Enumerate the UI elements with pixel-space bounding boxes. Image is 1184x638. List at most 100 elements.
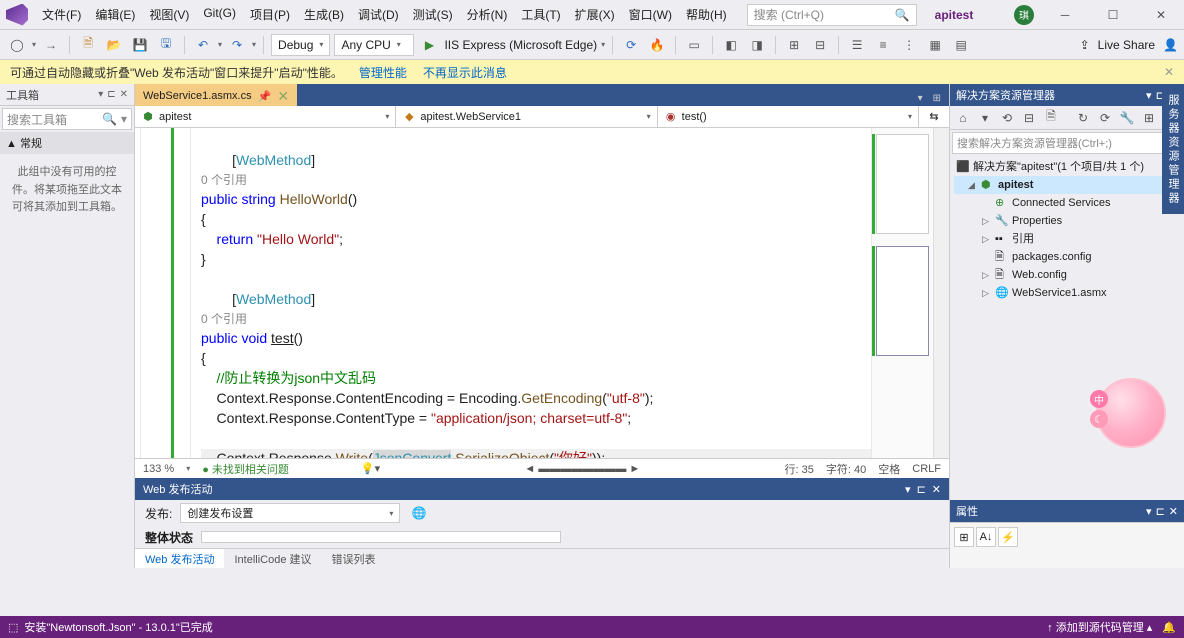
tb-icon-10[interactable]: ▤ <box>950 34 972 56</box>
sync-icon[interactable]: ⟲ <box>998 109 1016 127</box>
live-share-icon[interactable]: ⇪ <box>1080 38 1090 52</box>
save-all-button[interactable]: 🖫 <box>155 34 177 56</box>
menu-tools[interactable]: 工具(T) <box>515 2 566 27</box>
live-share-button[interactable]: Live Share <box>1098 38 1155 52</box>
menu-git[interactable]: Git(G) <box>197 2 242 27</box>
menu-analyze[interactable]: 分析(N) <box>461 2 514 27</box>
menu-test[interactable]: 测试(S) <box>407 2 459 27</box>
menu-help[interactable]: 帮助(H) <box>680 2 733 27</box>
refresh-icon[interactable]: ↻ <box>1074 109 1092 127</box>
chevron-down-icon[interactable]: ▾ <box>1146 89 1152 102</box>
open-button[interactable]: 📂 <box>103 34 125 56</box>
collapse-icon[interactable]: ⊟ <box>1020 109 1038 127</box>
toolbox-search-input[interactable]: 搜索工具箱🔍▾ <box>2 108 132 130</box>
tb-icon-2[interactable]: ◧ <box>720 34 742 56</box>
maximize-button[interactable]: ☐ <box>1096 3 1130 27</box>
tree-item[interactable]: ⊕Connected Services <box>954 194 1180 212</box>
run-target[interactable]: IIS Express (Microsoft Edge) <box>444 38 597 52</box>
properties-icon[interactable]: ⟳ <box>1096 109 1114 127</box>
tb-icon-1[interactable]: ▭ <box>683 34 705 56</box>
vertical-scrollbar[interactable] <box>933 128 949 458</box>
prop-az-icon[interactable]: A↓ <box>976 527 996 547</box>
chevron-down-icon[interactable]: ▾ <box>905 483 911 496</box>
server-explorer-tab[interactable]: 服务器资源管理器 <box>1162 86 1184 214</box>
notifications-icon[interactable]: 🔔 <box>1162 621 1176 634</box>
tb-icon-6[interactable]: ☰ <box>846 34 868 56</box>
save-button[interactable]: 💾 <box>129 34 151 56</box>
close-icon[interactable]: ✕ <box>932 483 941 496</box>
close-button[interactable]: ✕ <box>1144 3 1178 27</box>
tab-more-icon[interactable]: ⊞ <box>929 91 945 106</box>
zoom-level[interactable]: 133 % <box>143 463 174 475</box>
platform-dropdown[interactable]: Any CPU▾ <box>334 34 414 56</box>
tab-intellicode[interactable]: IntelliCode 建议 <box>224 549 321 568</box>
pin-icon[interactable]: ⊏ <box>107 89 115 100</box>
tb-icon-9[interactable]: ▦ <box>924 34 946 56</box>
nav-project[interactable]: ⬢apitest▾ <box>135 106 396 127</box>
code-editor[interactable]: [WebMethod] 0 个引用 public string HelloWor… <box>191 128 871 458</box>
encoding-indicator[interactable]: CRLF <box>912 463 941 475</box>
global-search-input[interactable]: 搜索 (Ctrl+Q)🔍 <box>747 4 917 26</box>
new-project-button[interactable]: 🗎 <box>77 34 99 56</box>
tree-item[interactable]: 🗎packages.config <box>954 248 1180 266</box>
toolbox-section-general[interactable]: ▲ 常规 <box>0 132 134 154</box>
tab-web-publish[interactable]: Web 发布活动 <box>135 549 224 568</box>
admin-icon[interactable]: 👤 <box>1163 38 1178 52</box>
nav-back-button[interactable]: ◯ <box>6 34 28 56</box>
config-dropdown[interactable]: Debug▾ <box>271 34 330 56</box>
tree-item[interactable]: ▷🗎Web.config <box>954 266 1180 284</box>
tb-icon-7[interactable]: ≡ <box>872 34 894 56</box>
assistant-avatar[interactable] <box>1096 378 1166 448</box>
undo-button[interactable]: ↶ <box>192 34 214 56</box>
tab-webservice1[interactable]: WebService1.asmx.cs📌✕ <box>135 84 297 106</box>
tab-pin-icon[interactable]: 📌 <box>258 90 272 103</box>
minimize-button[interactable]: ─ <box>1048 3 1082 27</box>
pin-icon[interactable]: ⊏ <box>917 483 926 496</box>
tb-icon-4[interactable]: ⊞ <box>783 34 805 56</box>
tree-item[interactable]: ▷🌐WebService1.asmx <box>954 284 1180 302</box>
solution-tree[interactable]: ⬛解决方案"apitest"(1 个项目/共 1 个) ◢⬢apitest ⊕C… <box>950 156 1184 304</box>
menu-project[interactable]: 项目(P) <box>244 2 296 27</box>
menu-debug[interactable]: 调试(D) <box>352 2 405 27</box>
solution-search-input[interactable]: 搜索解决方案资源管理器(Ctrl+;)🔍 <box>952 132 1182 154</box>
tab-close-icon[interactable]: ✕ <box>277 88 289 105</box>
menu-view[interactable]: 视图(V) <box>143 2 195 27</box>
tree-solution-root[interactable]: ⬛解决方案"apitest"(1 个项目/共 1 个) <box>954 158 1180 176</box>
tree-item[interactable]: ▷🔧Properties <box>954 212 1180 230</box>
pin-icon[interactable]: ▾ <box>98 89 103 100</box>
tb-icon-8[interactable]: ⋮ <box>898 34 920 56</box>
menu-file[interactable]: 文件(F) <box>36 2 87 27</box>
infobar-manage-link[interactable]: 管理性能 <box>359 64 407 81</box>
user-avatar[interactable]: 琪 <box>1014 5 1034 25</box>
browser-link-icon[interactable]: ⟳ <box>620 34 642 56</box>
prop-cat-icon[interactable]: ⊞ <box>954 527 974 547</box>
menu-build[interactable]: 生成(B) <box>298 2 350 27</box>
menu-window[interactable]: 窗口(W) <box>623 2 678 27</box>
redo-button[interactable]: ↷ <box>226 34 248 56</box>
lightbulb-icon[interactable]: 💡▾ <box>361 462 380 475</box>
tb-icon-5[interactable]: ⊟ <box>809 34 831 56</box>
infobar-close-icon[interactable]: ✕ <box>1164 65 1174 79</box>
tree-project[interactable]: ◢⬢apitest <box>954 176 1180 194</box>
view-icon[interactable]: ⊞ <box>1140 109 1158 127</box>
tb-icon-3[interactable]: ◨ <box>746 34 768 56</box>
close-icon[interactable]: ✕ <box>120 89 128 100</box>
tab-error-list[interactable]: 错误列表 <box>322 549 386 568</box>
menu-extensions[interactable]: 扩展(X) <box>569 2 621 27</box>
hot-reload-icon[interactable]: 🔥 <box>646 34 668 56</box>
tree-item[interactable]: ▷▪▪引用 <box>954 230 1180 248</box>
nav-fwd-button[interactable]: → <box>40 34 62 56</box>
wrench-icon[interactable]: 🔧 <box>1118 109 1136 127</box>
menu-edit[interactable]: 编辑(E) <box>89 2 141 27</box>
tab-dropdown-icon[interactable]: ▾ <box>914 91 927 106</box>
nav-member[interactable]: ◉test()▾ <box>658 106 919 127</box>
home-icon[interactable]: ⌂ <box>954 109 972 127</box>
issues-indicator[interactable]: ● 未找到相关问题 <box>202 461 289 477</box>
show-all-icon[interactable]: 🗎 <box>1042 109 1060 127</box>
prop-events-icon[interactable]: ⚡ <box>998 527 1018 547</box>
publish-button-icon[interactable]: 🌐 <box>408 502 430 524</box>
publish-profile-dropdown[interactable]: 创建发布设置▾ <box>180 503 400 523</box>
nav-class[interactable]: ◆apitest.WebService1▾ <box>396 106 657 127</box>
source-control-button[interactable]: ↑ 添加到源代码管理 ▴ <box>1047 619 1152 635</box>
run-button[interactable]: ▶ <box>418 34 440 56</box>
